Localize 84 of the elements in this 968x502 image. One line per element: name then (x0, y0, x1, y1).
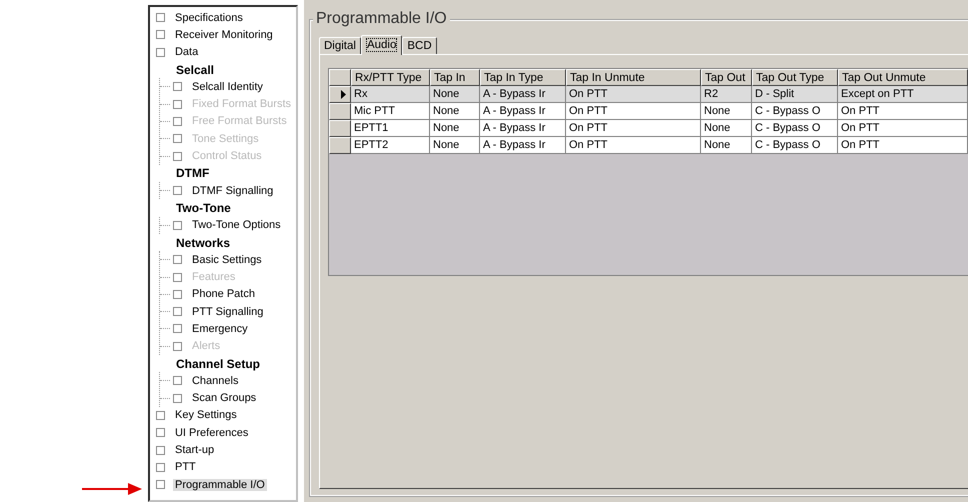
tree-item[interactable]: UI Preferences (172, 426, 250, 439)
tab[interactable]: BCD (402, 37, 437, 54)
tree-item[interactable]: DTMF Signalling (190, 184, 276, 197)
tree-group-heading[interactable]: Networks (176, 236, 230, 250)
table-cell: On PTT (838, 137, 968, 154)
checkbox[interactable] (156, 13, 165, 22)
column-header[interactable]: Tap Out Unmute (838, 69, 968, 86)
tree-item[interactable]: Specifications (172, 12, 245, 24)
checkbox[interactable] (172, 186, 182, 196)
tree-item[interactable]: Receiver Monitoring (172, 28, 275, 41)
checkbox[interactable] (172, 324, 182, 334)
checkbox[interactable] (156, 446, 165, 455)
tree-item[interactable]: Phone Patch (190, 288, 257, 300)
tree-item[interactable]: Key Settings (172, 409, 239, 422)
table-cell: None (430, 86, 480, 103)
checkbox[interactable] (156, 480, 165, 490)
checkbox[interactable] (172, 307, 182, 316)
column-header[interactable]: Rx/PTT Type (351, 69, 430, 86)
tree-item[interactable]: Selcall Identity (190, 80, 265, 93)
table-cell: On PTT (838, 120, 968, 137)
checkbox[interactable] (156, 48, 165, 57)
table-cell: None (430, 103, 480, 120)
row-header[interactable] (329, 103, 351, 120)
table-cell: On PTT (566, 86, 701, 103)
pointer-arrow (82, 483, 142, 495)
table-cell: A - Bypass Ir (480, 86, 566, 103)
tree-item[interactable]: Start-up (172, 444, 216, 456)
table-cell: On PTT (838, 103, 968, 120)
column-header[interactable]: Tap Out (701, 69, 752, 86)
table-cell: On PTT (566, 120, 701, 137)
table-cell: On PTT (566, 137, 701, 154)
table-cell: Except on PTT (838, 86, 968, 103)
table-cell: None (701, 120, 752, 137)
tree-group-heading[interactable]: DTMF (176, 166, 210, 180)
table-cell: None (701, 103, 752, 120)
row-header[interactable] (329, 86, 351, 103)
table-cell: C - Bypass O (752, 137, 838, 154)
table-cell: A - Bypass Ir (480, 103, 566, 120)
row-header[interactable] (329, 120, 351, 137)
tree-item[interactable]: Scan Groups (190, 392, 258, 404)
table-cell: EPTT1 (351, 120, 430, 137)
column-header[interactable]: Tap In (430, 69, 480, 86)
checkbox[interactable] (156, 428, 165, 438)
table-cell: D - Split (752, 86, 838, 103)
group-title: Programmable I/O (313, 10, 450, 28)
column-header[interactable]: Tap In Type (480, 69, 566, 86)
column-header[interactable]: Tap Out Type (752, 69, 838, 86)
table-cell: Mic PTT (351, 103, 430, 120)
table-cell: R2 (701, 86, 752, 103)
checkbox[interactable] (156, 410, 165, 420)
tree-item[interactable]: Basic Settings (190, 254, 264, 266)
table-cell: EPTT2 (351, 137, 430, 154)
tree-group-heading[interactable]: Channel Setup (176, 356, 260, 371)
tree-item[interactable]: PTT Signalling (190, 306, 266, 318)
table-cell: A - Bypass Ir (480, 137, 566, 154)
table-cell: None (430, 137, 480, 154)
tree-item[interactable]: Programmable I/O (172, 478, 267, 491)
tree-item[interactable]: PTT (172, 461, 198, 474)
checkbox[interactable] (172, 220, 182, 230)
tree-item[interactable]: Data (172, 46, 200, 58)
checkbox[interactable] (172, 394, 182, 403)
row-header[interactable] (329, 137, 351, 154)
column-header[interactable]: Tap In Unmute (566, 69, 701, 86)
tree-group-heading[interactable]: Selcall (176, 62, 214, 77)
table-cell: None (430, 120, 480, 137)
tree-group-heading[interactable]: Two-Tone (176, 200, 231, 215)
tree-item[interactable]: Channels (190, 374, 240, 387)
checkbox[interactable] (156, 30, 165, 40)
current-row-icon (341, 90, 346, 99)
table-cell: A - Bypass Ir (480, 120, 566, 137)
checkbox[interactable] (172, 290, 182, 299)
tab[interactable]: Digital (319, 37, 361, 54)
table-cell: None (701, 137, 752, 154)
tree-item[interactable]: Emergency (190, 322, 250, 335)
checkbox[interactable] (172, 255, 182, 264)
table-cell: On PTT (566, 103, 701, 120)
tab[interactable]: Audio (360, 35, 402, 55)
table-cell: C - Bypass O (752, 120, 838, 137)
checkbox[interactable] (156, 462, 165, 472)
table-cell: Rx (351, 86, 430, 103)
checkbox[interactable] (172, 376, 182, 386)
checkbox[interactable] (172, 82, 182, 92)
table-cell: C - Bypass O (752, 103, 838, 120)
tree-item[interactable]: Two-Tone Options (190, 219, 283, 232)
